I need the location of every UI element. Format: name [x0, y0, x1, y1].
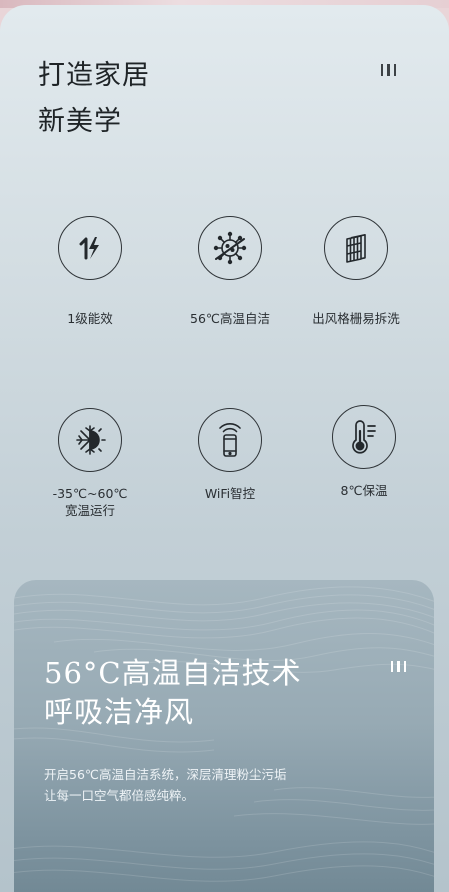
feature-label: -35℃~60℃ 宽温运行 — [52, 486, 128, 518]
panel-title: 56°C高温自洁技术 呼吸洁净风 — [44, 654, 302, 732]
page-heading: 打造家居 新美学 — [38, 53, 150, 145]
thermometer-icon — [332, 405, 396, 469]
feature-label: 56℃高温自洁 — [190, 311, 270, 326]
feature-label: 出风格栅易拆洗 — [312, 311, 400, 326]
feature-label: 1级能效 — [67, 311, 113, 326]
panel-title-line-1: 56°C高温自洁技术 — [44, 656, 302, 690]
feature-energy-efficiency: 1级能效 — [20, 216, 160, 327]
feature-high-temp-clean: 56℃高温自洁 — [160, 216, 300, 327]
wave-pattern — [14, 586, 434, 882]
feature-label: 8℃保温 — [340, 483, 388, 498]
panel-title-line-2: 呼吸洁净风 — [44, 695, 195, 729]
panel-desc-line-2: 让每一口空气都倍感纯粹。 — [44, 788, 195, 803]
heading-line-1: 打造家居 — [38, 60, 150, 91]
feature-wide-temperature: -35℃~60℃ 宽温运行 — [20, 408, 160, 519]
panel-desc-line-1: 开启56℃高温自洁系统，深层清理粉尘污垢 — [44, 767, 287, 782]
grille-icon — [324, 216, 388, 280]
heading-line-2: 新美学 — [38, 106, 122, 137]
virus-clean-icon — [198, 216, 262, 280]
energy-rating-icon — [58, 216, 122, 280]
feature-removable-grille: 出风格栅易拆洗 — [286, 216, 426, 327]
content-card: 打造家居 新美学 1级能效 56℃高温自洁 出风格栅易拆洗 -35℃~60℃ 宽… — [0, 5, 449, 892]
panel-description: 开启56℃高温自洁系统，深层清理粉尘污垢 让每一口空气都倍感纯粹。 — [44, 764, 286, 806]
three-bars-icon[interactable] — [391, 661, 407, 672]
snow-sun-icon — [58, 408, 122, 472]
three-bars-icon[interactable] — [381, 64, 397, 76]
self-clean-panel: 56°C高温自洁技术 呼吸洁净风 开启56℃高温自洁系统，深层清理粉尘污垢 让每… — [14, 580, 434, 892]
feature-wifi-control: WiFi智控 — [160, 408, 300, 502]
feature-label: WiFi智控 — [204, 486, 256, 501]
wifi-phone-icon — [198, 408, 262, 472]
feature-keep-warm: 8℃保温 — [294, 405, 434, 499]
